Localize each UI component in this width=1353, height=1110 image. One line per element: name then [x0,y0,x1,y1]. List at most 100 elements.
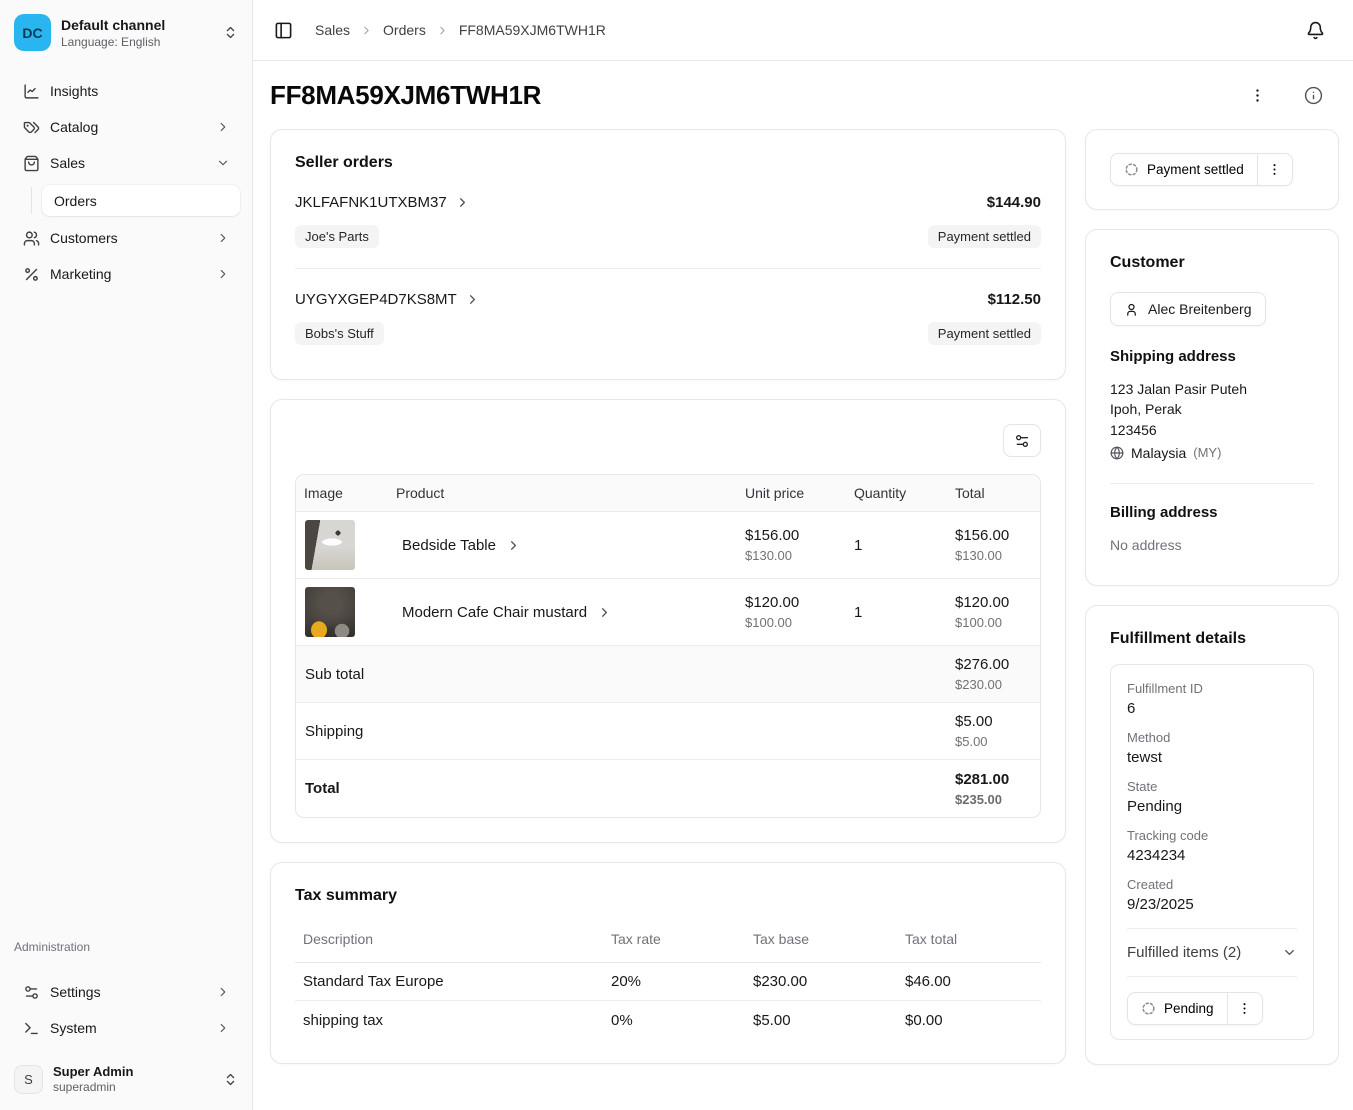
ellipsis-vertical-icon [1237,1001,1252,1016]
fulfillment-field: Tracking code 4234234 [1127,828,1297,864]
shipping-address: 123 Jalan Pasir Puteh Ipoh, Perak 123456… [1110,379,1314,463]
admin-section-label: Administration [12,940,240,954]
sidebar-item-sales[interactable]: Sales [12,147,240,179]
fulfillment-field: Created 9/23/2025 [1127,877,1297,913]
fulfillment-state-split-button: Pending [1127,992,1263,1025]
ellipsis-vertical-icon [1267,162,1282,177]
fulfillment-state-button[interactable]: Pending [1128,993,1227,1024]
divider [1127,976,1297,977]
settings-sliders-icon [22,984,40,1001]
order-items-table: Image Product Unit price Quantity Total … [295,474,1041,818]
customer-link-button[interactable]: Alec Breitenberg [1110,292,1266,326]
payment-state-card: Payment settled [1085,129,1339,210]
total-label: Total [296,772,947,805]
product-link[interactable]: Bedside Table [396,537,729,554]
sidebar-toggle-button[interactable] [270,17,297,44]
tax-base: $230.00 [745,973,897,990]
page-info-button[interactable] [1300,82,1327,109]
table-display-settings-button[interactable] [1003,424,1041,457]
sidebar-item-marketing[interactable]: Marketing [12,258,240,290]
fulfilled-items-toggle[interactable]: Fulfilled items (2) [1127,944,1297,961]
fulfillment-state-label: Pending [1164,1001,1214,1016]
breadcrumb: Sales Orders FF8MA59XJM6TWH1R [315,22,606,38]
state-dashed-circle-icon [1124,162,1139,177]
table-row: Modern Cafe Chair mustard $120.00 $100.0… [296,579,1040,646]
info-icon [1304,86,1323,105]
globe-icon [1110,446,1124,460]
sidebar-item-label: System [50,1020,206,1036]
chevron-right-icon [360,24,373,37]
billing-address-empty: No address [1110,535,1314,555]
divider [295,268,1041,269]
address-line: 123 Jalan Pasir Puteh [1110,379,1314,399]
customer-card: Customer Alec Breitenberg Shipping addre… [1085,229,1339,586]
col-header-tax-total: Tax total [897,931,1041,947]
product-name: Modern Cafe Chair mustard [402,604,587,621]
chevron-right-icon [436,24,449,37]
tax-row: shipping tax 0% $5.00 $0.00 [295,1001,1041,1039]
shipping-net: $5.00 [955,734,1032,749]
address-line: Ipoh, Perak [1110,399,1314,419]
field-value: tewst [1127,749,1297,766]
channel-language: Language: English [61,35,213,49]
panel-left-icon [274,21,293,40]
seller-order-link[interactable]: UYGYXGEP4D7KS8MT [295,291,480,308]
page-title: FF8MA59XJM6TWH1R [270,80,541,111]
payment-state-label: Payment settled [1147,162,1244,177]
sidebar-item-customers[interactable]: Customers [12,222,240,254]
sidebar-item-catalog[interactable]: Catalog [12,111,240,143]
total-row: Total $281.00 $235.00 [296,760,1040,817]
shopping-bag-icon [22,155,40,172]
page-actions-menu-button[interactable] [1245,83,1270,108]
tax-summary-table: Description Tax rate Tax base Tax total … [295,915,1041,1039]
notifications-button[interactable] [1302,17,1329,44]
product-link[interactable]: Modern Cafe Chair mustard [396,604,729,621]
breadcrumb-sales[interactable]: Sales [315,22,350,38]
field-label: Method [1127,730,1297,745]
channel-switcher[interactable]: DC Default channel Language: English [12,12,240,53]
shipping-address-title: Shipping address [1110,348,1314,365]
chevron-down-icon [216,156,230,170]
country-name: Malaysia [1131,443,1186,463]
field-label: Created [1127,877,1297,892]
user-menu[interactable]: S Super Admin superadmin [12,1062,240,1096]
chevron-right-icon [597,605,612,620]
breadcrumb-orders[interactable]: Orders [383,22,426,38]
seller-order-link[interactable]: JKLFAFNK1UTXBM37 [295,194,470,211]
chevrons-up-down-icon [223,1072,238,1087]
bell-icon [1306,21,1325,40]
sidebar-item-insights[interactable]: Insights [12,75,240,107]
sidebar-item-orders[interactable]: Orders [42,185,240,216]
total-net: $235.00 [955,792,1032,807]
col-header-product: Product [388,485,737,501]
page-content: FF8MA59XJM6TWH1R Seller orders [253,61,1353,1110]
seller-badge: Joe's Parts [295,225,379,248]
sidebar-item-settings[interactable]: Settings [12,976,240,1008]
user-name: Super Admin [53,1064,213,1079]
col-header-description: Description [295,931,603,947]
chart-line-icon [22,83,40,100]
line-total-net: $100.00 [955,615,1032,630]
table-row: Bedside Table $156.00 $130.00 1 [296,512,1040,579]
order-items-card: Image Product Unit price Quantity Total … [270,399,1066,843]
chevrons-up-down-icon [223,25,238,40]
tax-total: $46.00 [897,973,1041,990]
field-label: Tracking code [1127,828,1297,843]
seller-order-total: $112.50 [988,291,1041,308]
payment-state-button[interactable]: Payment settled [1111,154,1257,185]
fulfillment-field: State Pending [1127,779,1297,815]
field-value: 4234234 [1127,847,1297,864]
subtotal-gross: $276.00 [955,656,1032,673]
field-label: State [1127,779,1297,794]
payment-state-menu-button[interactable] [1257,154,1292,185]
sidebar-item-system[interactable]: System [12,1012,240,1044]
product-image-cafe-chair [305,587,355,637]
tax-total: $0.00 [897,1012,1041,1029]
chevron-right-icon [216,985,230,999]
fulfillment-box: Fulfillment ID 6 Method tewst State Pend… [1110,664,1314,1040]
shipping-gross: $5.00 [955,713,1032,730]
fulfillment-state-menu-button[interactable] [1227,993,1262,1024]
subtotal-label: Sub total [296,658,947,691]
chevron-down-icon [1282,945,1297,960]
quantity-value: 1 [846,596,947,629]
